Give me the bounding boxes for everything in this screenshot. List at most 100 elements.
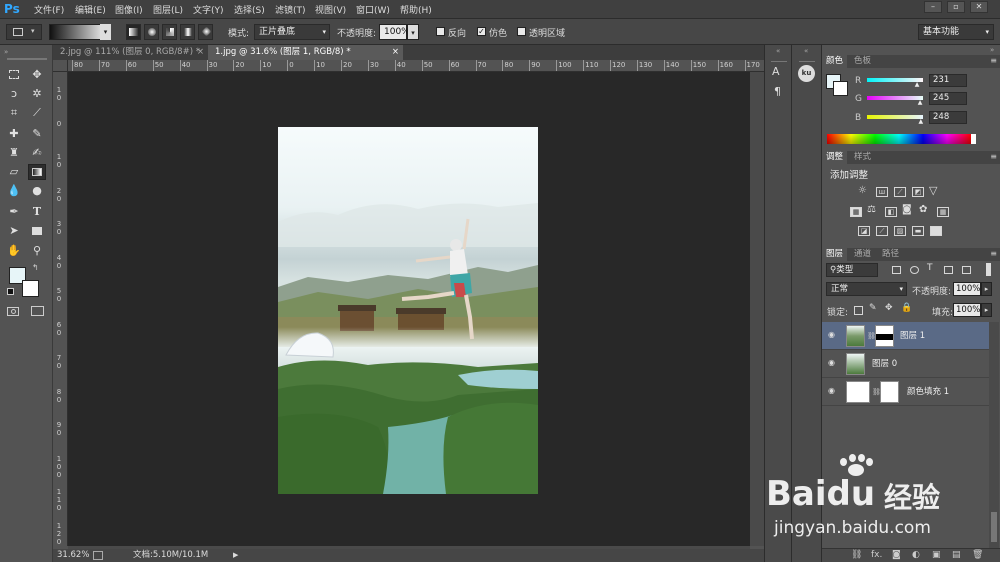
opacity-dropdown-icon[interactable]: ▾	[407, 24, 419, 40]
levels-icon[interactable]: ш	[876, 187, 888, 197]
status-info-icon[interactable]	[93, 551, 103, 560]
filter-toggle[interactable]	[986, 263, 991, 276]
opacity-slider-icon[interactable]: ▸	[981, 282, 992, 296]
gradient-dropdown-icon[interactable]: ▾	[100, 24, 111, 40]
quick-mask-icon[interactable]	[7, 307, 19, 316]
threshold-icon[interactable]: ▨	[894, 226, 906, 236]
lock-transparent-icon[interactable]	[854, 306, 863, 315]
green-slider-thumb[interactable]: ▲	[918, 99, 923, 106]
layer-opacity-input[interactable]: 100%	[953, 282, 981, 296]
tab-2jpg[interactable]: 2.jpg @ 111% (图层 0, RGB/8#) * ×	[53, 45, 208, 60]
exposure-icon[interactable]: ◩	[912, 187, 924, 197]
layer-mask-thumbnail[interactable]	[880, 381, 899, 403]
scrollbar-thumb[interactable]	[991, 512, 997, 542]
tab-swatches[interactable]: 色板	[850, 55, 875, 68]
path-selection-tool-icon[interactable]: ➤	[5, 223, 23, 239]
filter-adjustment-icon[interactable]	[910, 266, 919, 274]
new-group-icon[interactable]: ▣	[932, 550, 941, 560]
menu-filter[interactable]: 滤镜(T)	[275, 3, 306, 16]
eye-icon[interactable]: ◉	[828, 387, 838, 395]
eye-icon[interactable]: ◉	[828, 331, 838, 339]
color-spectrum-bar[interactable]	[827, 134, 971, 144]
character-panel-icon[interactable]: A	[772, 65, 780, 78]
background-color-swatch[interactable]	[22, 280, 39, 297]
menu-type[interactable]: 文字(Y)	[193, 3, 224, 16]
type-tool-icon[interactable]: T	[28, 204, 46, 220]
white-spectrum-stop[interactable]	[971, 134, 976, 144]
gradient-tool-icon[interactable]	[28, 164, 46, 180]
eraser-tool-icon[interactable]: ▱	[5, 164, 23, 180]
reflected-gradient-button[interactable]	[180, 24, 195, 40]
status-menu-arrow-icon[interactable]: ▶	[233, 549, 238, 562]
transparency-checkbox[interactable]	[517, 27, 526, 36]
radial-gradient-button[interactable]	[144, 24, 159, 40]
horizontal-ruler[interactable]: 80 70 60 50 40 30 20 10 0 10 20 30 40 50 60 70 80 90 100 11…	[68, 60, 764, 72]
close-window-button[interactable]: ✕	[970, 1, 988, 13]
menu-help[interactable]: 帮助(H)	[400, 3, 432, 16]
menu-edit[interactable]: 编辑(E)	[75, 3, 106, 16]
brightness-contrast-icon[interactable]: ☼	[858, 185, 867, 196]
reverse-checkbox[interactable]	[436, 27, 445, 36]
gradient-map-icon[interactable]: ▬	[912, 226, 924, 236]
layer-name[interactable]: 颜色填充 1	[907, 378, 949, 406]
panel-menu-icon[interactable]: ≡	[990, 56, 997, 65]
link-layers-icon[interactable]: ⛓	[851, 550, 862, 560]
collapse-icon[interactable]: »	[990, 46, 994, 54]
posterize-icon[interactable]: ⟋	[876, 226, 888, 236]
layers-scrollbar[interactable]	[989, 322, 999, 548]
menu-file[interactable]: 文件(F)	[34, 3, 64, 16]
filter-shape-icon[interactable]	[944, 266, 953, 274]
fill-slider-icon[interactable]: ▸	[981, 303, 992, 317]
collapse-icon[interactable]: «	[776, 47, 780, 55]
brush-tool-icon[interactable]: ✎	[28, 126, 46, 142]
fx-icon[interactable]: fx.	[871, 550, 882, 560]
tab-1jpg[interactable]: 1.jpg @ 31.6% (图层 1, RGB/8) * ×	[208, 45, 403, 60]
curves-icon[interactable]: ⟋	[894, 187, 906, 197]
zoom-level[interactable]: 31.62%	[57, 549, 89, 562]
magic-wand-tool-icon[interactable]: ✲	[28, 86, 46, 102]
new-layer-icon[interactable]: ▤	[952, 550, 961, 560]
vertical-scrollbar[interactable]	[750, 72, 764, 546]
invert-icon[interactable]: ◪	[858, 226, 870, 236]
menu-window[interactable]: 窗口(W)	[356, 3, 390, 16]
eye-icon[interactable]: ◉	[828, 359, 838, 367]
blue-value-input[interactable]: 248	[929, 111, 967, 124]
angle-gradient-button[interactable]	[162, 24, 177, 40]
color-balance-icon[interactable]: ⚖	[867, 204, 876, 215]
marquee-tool-icon[interactable]	[5, 67, 23, 83]
color-lookup-icon[interactable]: ▦	[937, 207, 949, 217]
crop-tool-icon[interactable]: ⌗	[5, 105, 23, 121]
rectangle-tool-icon[interactable]	[28, 223, 46, 239]
collapse-icon[interactable]: »	[4, 48, 8, 56]
diamond-gradient-button[interactable]	[198, 24, 213, 40]
close-icon[interactable]: ×	[392, 45, 399, 60]
dodge-tool-icon[interactable]: ●	[28, 183, 46, 199]
lock-pixels-icon[interactable]: ✎	[869, 303, 877, 313]
green-value-input[interactable]: 245	[929, 92, 967, 105]
hand-tool-icon[interactable]: ✋	[5, 243, 23, 259]
layer-row[interactable]: ◉ ⛓ 图层 1	[822, 322, 989, 350]
menu-view[interactable]: 视图(V)	[315, 3, 346, 16]
default-colors-icon[interactable]	[7, 288, 14, 295]
selective-color-icon[interactable]	[930, 226, 942, 236]
new-adjustment-icon[interactable]: ◐	[912, 550, 920, 560]
clone-stamp-tool-icon[interactable]: ♜	[5, 145, 23, 161]
tab-color[interactable]: 颜色	[822, 55, 848, 68]
tab-paths[interactable]: 路径	[878, 248, 903, 261]
menu-image[interactable]: 图像(I)	[115, 3, 143, 16]
red-slider-thumb[interactable]: ▲	[915, 81, 920, 88]
workspace-select[interactable]: 基本功能 ▾	[918, 24, 994, 40]
tab-channels[interactable]: 通道	[850, 248, 875, 261]
menu-layer[interactable]: 图层(L)	[153, 3, 183, 16]
tab-styles[interactable]: 样式	[850, 151, 875, 164]
layer-fill-input[interactable]: 100%	[953, 303, 981, 317]
blur-tool-icon[interactable]: 💧	[5, 183, 23, 199]
move-tool-icon[interactable]: ✥	[28, 67, 46, 83]
zoom-tool-icon[interactable]: ⚲	[28, 243, 46, 259]
lock-all-icon[interactable]: 🔒	[901, 303, 912, 313]
tab-adjustments[interactable]: 调整	[822, 151, 848, 164]
vibrance-icon[interactable]: ▽	[929, 184, 937, 197]
trash-icon[interactable]: 🗑	[972, 550, 983, 560]
layer-name[interactable]: 图层 0	[872, 350, 897, 378]
layer-filter-select[interactable]: ⚲类型	[826, 263, 878, 277]
